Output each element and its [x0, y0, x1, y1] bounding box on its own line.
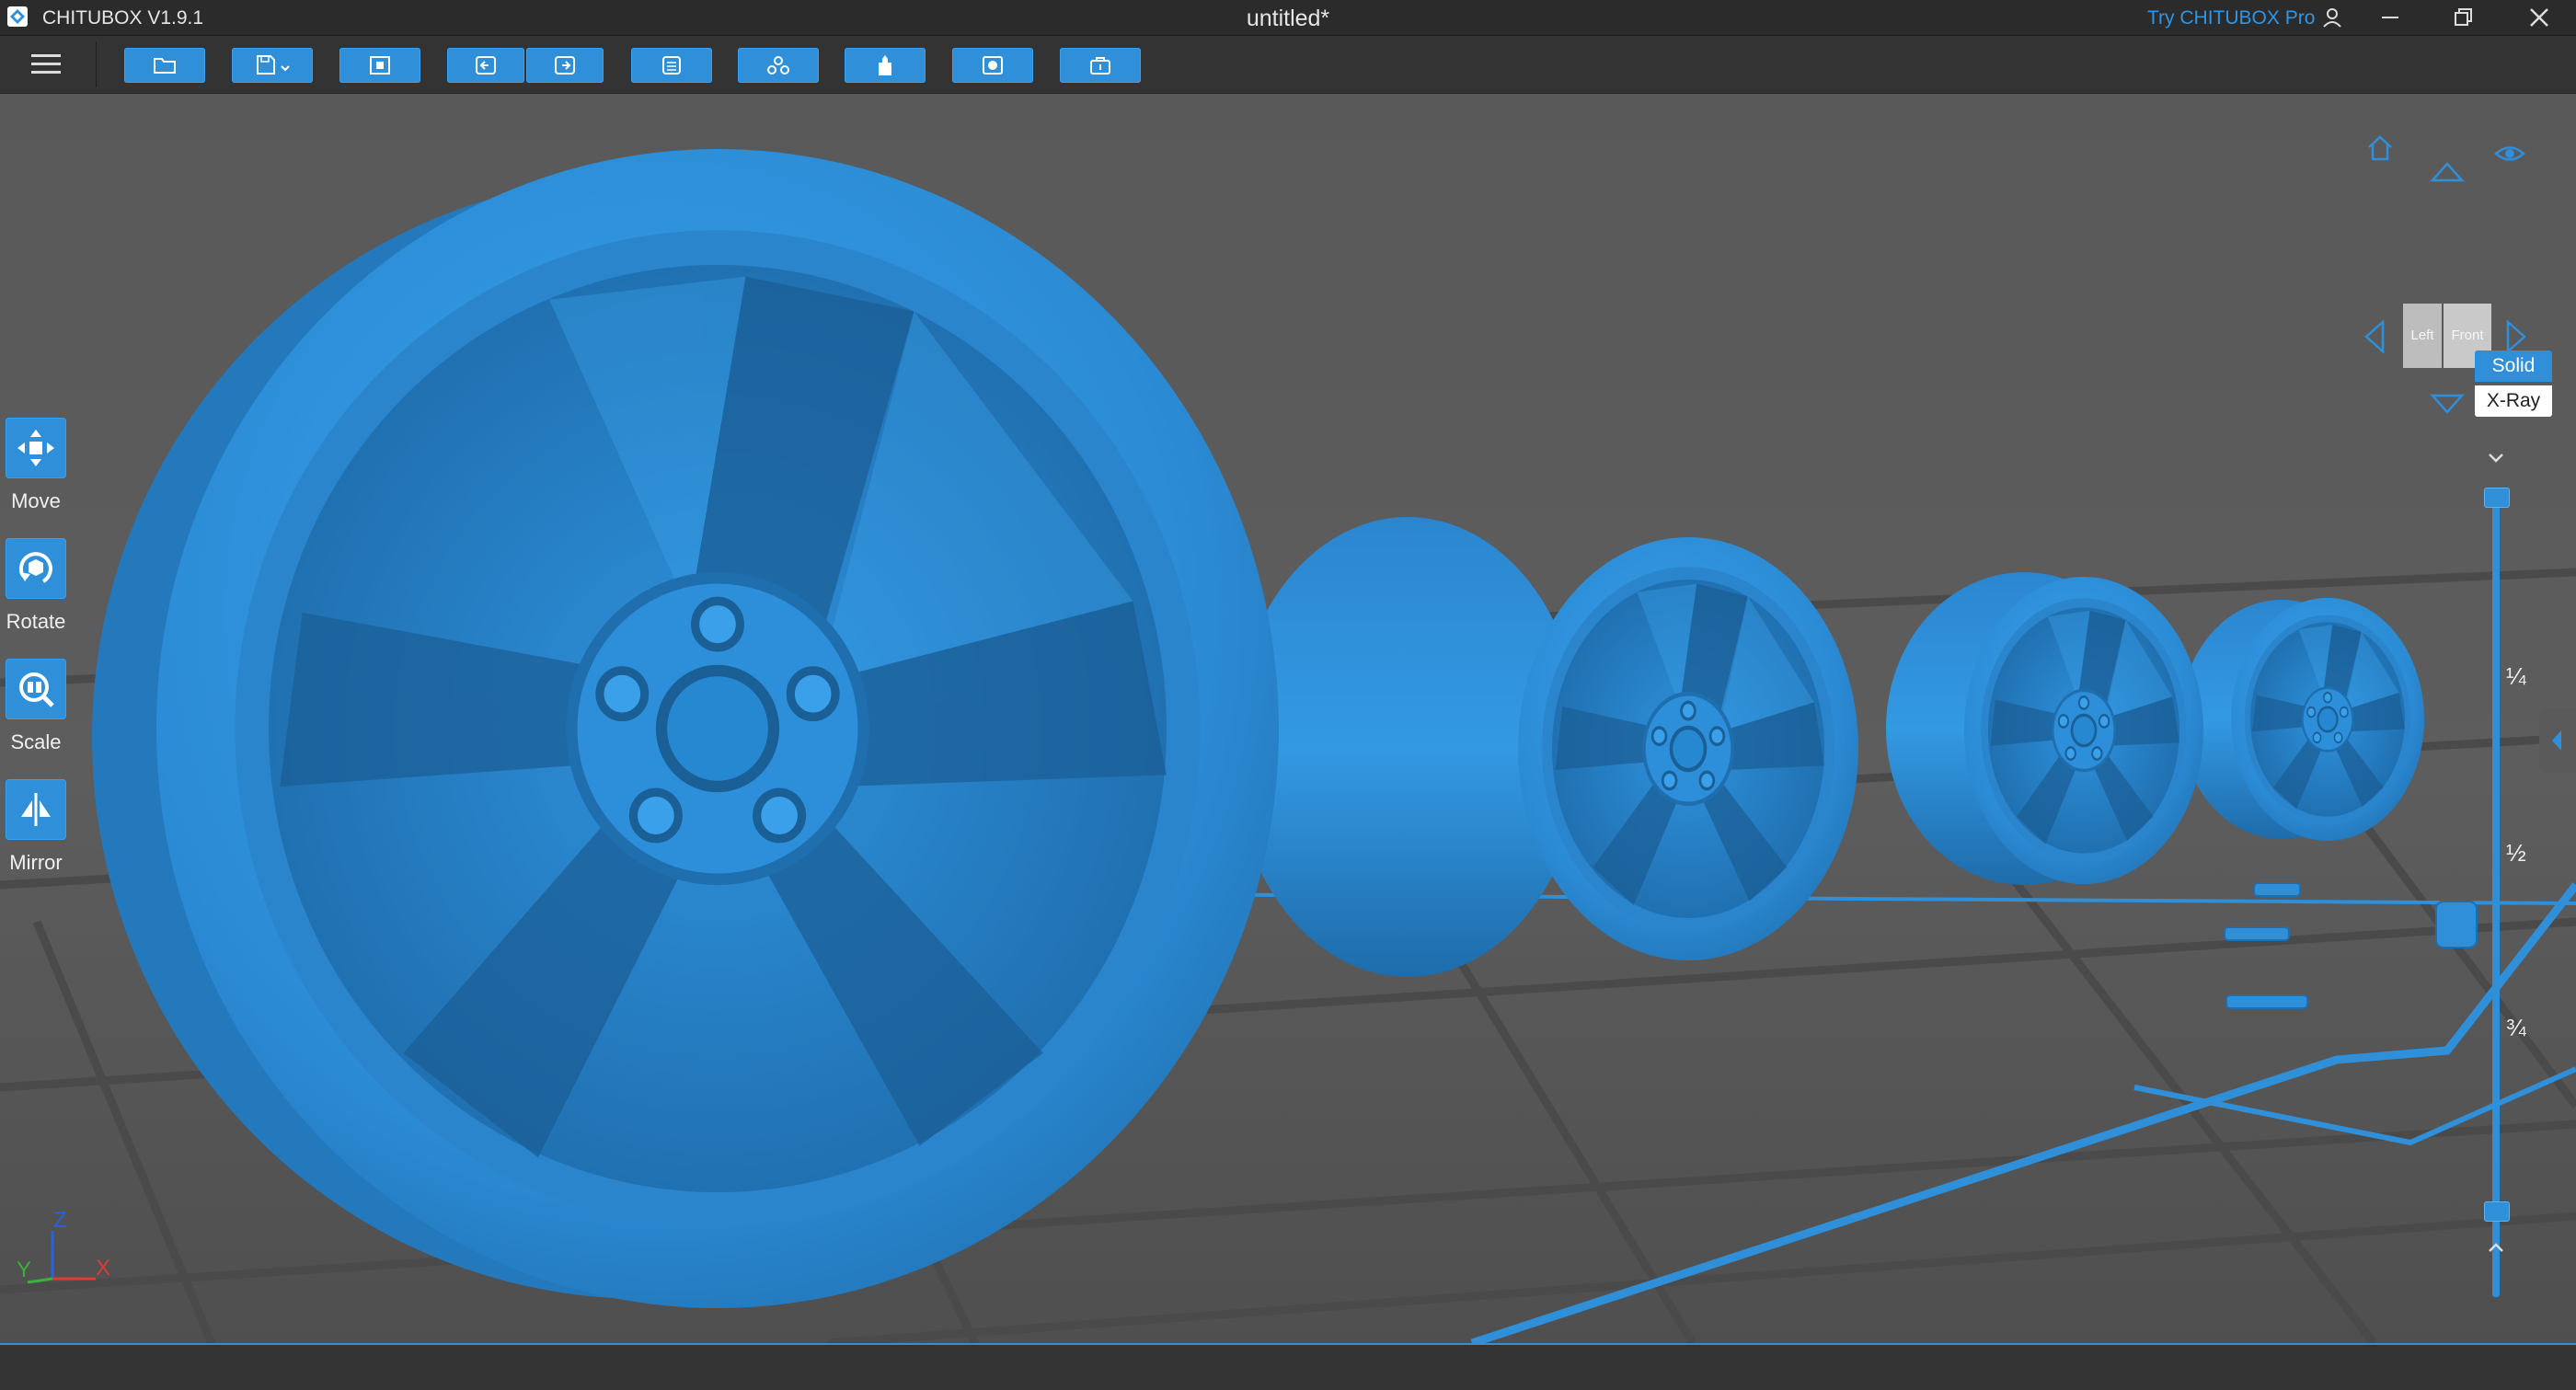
open-file-icon — [154, 58, 176, 74]
support-button[interactable] — [738, 48, 819, 83]
undo-icon — [476, 56, 496, 75]
mirror-tool-button[interactable] — [6, 779, 66, 840]
mirror-label: Mirror — [9, 851, 63, 874]
rotate-label: Rotate — [6, 610, 66, 633]
title-bar: CHITUBOX V1.9.1 untitled* Try CHITUBOX P… — [0, 0, 2576, 36]
app-name: CHITUBOX V1.9.1 — [42, 7, 204, 29]
view-right-arrow-icon[interactable] — [2502, 318, 2530, 355]
slice-settings-icon — [662, 56, 681, 75]
z-axis-label: Z — [53, 1208, 67, 1233]
rotate-icon — [19, 552, 52, 583]
mirror-tool[interactable]: Mirror — [2, 779, 68, 890]
open-file-button[interactable] — [124, 48, 205, 83]
side-panel-toggle[interactable] — [2539, 708, 2576, 773]
user-icon[interactable] — [2318, 4, 2346, 31]
scale-icon — [19, 672, 54, 707]
layer-slider-bottom-handle[interactable] — [2484, 1201, 2510, 1222]
support-icon — [767, 56, 789, 75]
move-tool-button[interactable] — [6, 418, 66, 478]
layout-icon — [983, 56, 1003, 75]
restore-icon[interactable] — [2450, 4, 2478, 31]
slider-tick-three-quarters: ¾ — [2506, 1014, 2526, 1041]
home-view-icon[interactable] — [2364, 132, 2396, 164]
hollow-icon — [879, 55, 891, 75]
slider-tick-half: ½ — [2506, 839, 2526, 867]
close-icon[interactable] — [2525, 4, 2553, 31]
view-bottom-arrow-icon[interactable] — [2429, 390, 2466, 418]
rotate-tool-button[interactable] — [6, 538, 66, 599]
toolbar-divider — [96, 41, 97, 87]
slice-settings-button[interactable] — [631, 48, 712, 83]
chevron-left-icon — [2552, 730, 2561, 751]
screenshot-button[interactable] — [339, 48, 420, 83]
main-toolbar — [0, 36, 2576, 94]
move-tool[interactable]: Move — [2, 418, 68, 528]
move-label: Move — [11, 489, 61, 512]
hamburger-menu-icon[interactable] — [31, 52, 61, 76]
x-axis-label: X — [96, 1256, 110, 1281]
solid-mode-button[interactable]: Solid — [2475, 350, 2552, 382]
redo-icon — [555, 56, 575, 75]
build-plate-scene: Z X Y — [0, 94, 2576, 1343]
slider-chevron-up-icon[interactable] — [2484, 1238, 2508, 1257]
layer-slider-top-handle[interactable] — [2484, 488, 2510, 508]
3d-viewport[interactable]: Z X Y Move Rotate Scale Mirror Left Fron… — [0, 94, 2576, 1343]
export-button[interactable] — [1060, 48, 1141, 83]
layer-slider-track[interactable] — [2492, 488, 2500, 1297]
save-button[interactable] — [232, 48, 313, 83]
mirror-icon — [21, 793, 51, 826]
view-cube-left-face[interactable]: Left — [2403, 304, 2442, 368]
slider-tick-quarter: ¼ — [2506, 662, 2526, 690]
slider-chevron-down-icon[interactable] — [2484, 449, 2508, 467]
try-pro-link[interactable]: Try CHITUBOX Pro — [2147, 7, 2315, 29]
export-icon — [1090, 57, 1110, 75]
eye-icon[interactable] — [2493, 140, 2526, 167]
scale-label: Scale — [10, 730, 62, 753]
scale-tool-button[interactable] — [6, 659, 66, 719]
chitubox-logo-icon — [7, 6, 28, 27]
status-bar — [0, 1343, 2576, 1390]
undo-button[interactable] — [447, 48, 524, 83]
view-left-arrow-icon[interactable] — [2361, 318, 2388, 355]
layout-button[interactable] — [952, 48, 1033, 83]
view-top-arrow-icon[interactable] — [2429, 158, 2466, 186]
screenshot-icon — [370, 56, 390, 75]
rotate-tool[interactable]: Rotate — [2, 538, 68, 649]
axis-gizmo: Z X Y — [17, 1208, 110, 1284]
hollow-button[interactable] — [845, 48, 926, 83]
move-icon — [17, 430, 54, 466]
minimize-icon[interactable] — [2376, 4, 2404, 31]
xray-mode-button[interactable]: X-Ray — [2475, 385, 2552, 417]
scale-tool[interactable]: Scale — [2, 659, 68, 769]
save-icon — [257, 55, 290, 75]
y-axis-label: Y — [17, 1258, 31, 1282]
redo-button[interactable] — [526, 48, 604, 83]
